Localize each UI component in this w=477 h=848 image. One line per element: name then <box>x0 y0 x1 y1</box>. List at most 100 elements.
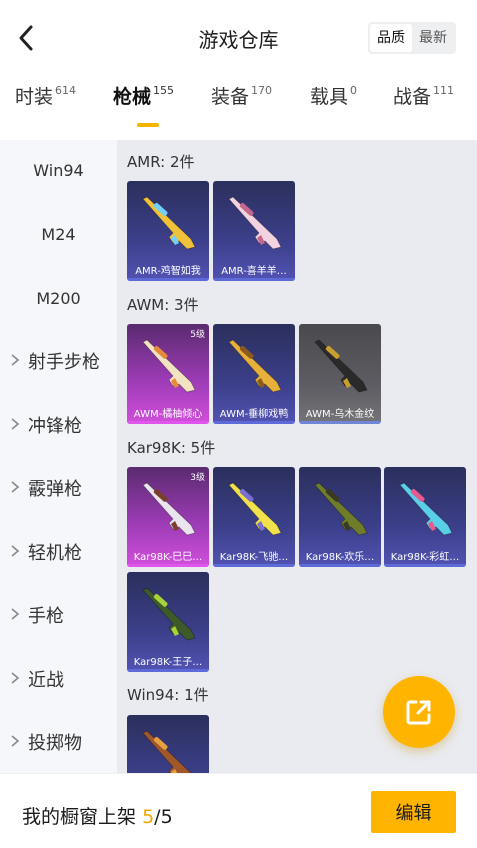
level-badge: 5级 <box>190 330 205 340</box>
sidebar-category-label: 轻机枪 <box>28 543 82 564</box>
rarity-bar <box>299 564 381 567</box>
item-card[interactable]: 5级 AWM-橘柚倾心 <box>127 324 209 424</box>
sidebar-category-marksman-rifle[interactable]: 射手步枪 <box>0 341 117 381</box>
tab-label: 装备 <box>211 86 250 108</box>
item-name: Kar98K-飞驰… <box>219 552 289 563</box>
level-badge: 3级 <box>190 473 205 483</box>
item-card[interactable]: Kar98K-欢乐… <box>299 467 381 567</box>
chevron-right-icon <box>10 669 24 690</box>
chevron-right-icon <box>10 732 24 753</box>
group-title-kar98k: Kar98K: 5件 <box>127 439 216 457</box>
sidebar-category-label: 冲锋枪 <box>28 416 82 437</box>
weapon-image <box>142 339 196 393</box>
group-title-awm: AWM: 3件 <box>127 296 199 314</box>
rarity-bar <box>299 421 381 424</box>
chevron-left-icon <box>19 25 33 51</box>
showcase-label: 我的橱窗上架 <box>22 806 137 828</box>
sort-toggle: 品质 最新 <box>368 22 456 54</box>
sidebar-category-label: 射手步枪 <box>28 352 100 373</box>
chevron-right-icon <box>10 351 24 372</box>
tab-label: 枪械 <box>113 86 152 108</box>
item-name: Kar98K-巳巳… <box>133 552 203 563</box>
sidebar-category-throwables[interactable]: 投掷物 <box>0 722 117 762</box>
rarity-bar <box>384 564 466 567</box>
tab-tactical-gear[interactable]: 战备 111 <box>393 82 454 132</box>
item-name: Kar98K-欢乐… <box>305 552 375 563</box>
item-name: AMR-喜羊羊… <box>221 266 287 277</box>
showcase-count-current: 5 <box>142 806 155 828</box>
weapon-image <box>314 482 368 536</box>
weapon-image <box>228 482 282 536</box>
showcase-footer: 我的橱窗上架 5/5 编辑 <box>0 773 477 848</box>
item-name: AWM-橘柚倾心 <box>133 409 203 420</box>
chevron-right-icon <box>10 542 24 563</box>
sidebar-category-shotgun[interactable]: 霰弹枪 <box>0 468 117 508</box>
chevron-right-icon <box>10 415 24 436</box>
tab-equipment[interactable]: 装备 170 <box>211 82 272 132</box>
tab-count: 614 <box>55 84 77 97</box>
rarity-bar <box>213 564 295 567</box>
item-card[interactable]: Kar98K-王子… <box>127 572 209 672</box>
weapon-image <box>228 339 282 393</box>
tab-vehicles[interactable]: 载具 0 <box>310 82 357 132</box>
sidebar-item-m24[interactable]: M24 <box>0 214 117 254</box>
share-external-icon <box>406 700 431 725</box>
item-card[interactable]: Kar98K-彩虹… <box>384 467 466 567</box>
weapon-image <box>142 587 196 641</box>
tab-count: 155 <box>153 84 175 97</box>
rarity-bar <box>213 278 295 281</box>
tab-label: 时装 <box>15 86 54 108</box>
top-bar: 游戏仓库 品质 最新 <box>0 0 477 76</box>
sidebar-category-label: 手枪 <box>28 606 64 627</box>
sidebar-category-pistol[interactable]: 手枪 <box>0 595 117 635</box>
sort-option-latest[interactable]: 最新 <box>412 24 454 52</box>
item-card[interactable]: AMR-喜羊羊… <box>213 181 295 281</box>
tab-weapons[interactable]: 枪械 155 <box>113 82 174 132</box>
chevron-right-icon <box>10 605 24 626</box>
rarity-bar <box>127 564 209 567</box>
tab-count: 170 <box>251 84 273 97</box>
weapon-image <box>142 482 196 536</box>
rarity-bar <box>213 421 295 424</box>
weapon-image <box>228 196 282 250</box>
item-card[interactable]: AWM-垂柳戏鸭 <box>213 324 295 424</box>
sidebar-category-label: 投掷物 <box>28 733 82 754</box>
showcase-count-total: 5 <box>160 806 173 828</box>
weapon-image <box>399 482 453 536</box>
weapon-image <box>314 339 368 393</box>
sidebar-category-melee[interactable]: 近战 <box>0 659 117 699</box>
rarity-bar <box>127 278 209 281</box>
sidebar-category-smg[interactable]: 冲锋枪 <box>0 405 117 445</box>
tab-count: 111 <box>433 84 455 97</box>
edit-button[interactable]: 编辑 <box>371 791 456 833</box>
item-name: AMR-鸡智如我 <box>135 266 201 277</box>
tab-fashion[interactable]: 时装 614 <box>15 82 76 132</box>
sidebar-item-m200[interactable]: M200 <box>0 278 117 318</box>
item-card[interactable]: 3级 Kar98K-巳巳… <box>127 467 209 567</box>
item-name: AWM-垂柳戏鸭 <box>219 409 289 420</box>
weapon-image <box>142 730 195 780</box>
showcase-status: 我的橱窗上架 5/5 <box>22 802 173 829</box>
group-title-win94: Win94: 1件 <box>127 686 209 704</box>
tab-count: 0 <box>350 84 358 97</box>
sidebar-category-label: 近战 <box>28 670 64 691</box>
sidebar-category-lmg[interactable]: 轻机枪 <box>0 532 117 572</box>
group-title-amr: AMR: 2件 <box>127 153 195 171</box>
share-button[interactable] <box>383 676 455 748</box>
back-button[interactable] <box>10 20 42 56</box>
weapon-image <box>142 196 196 250</box>
sort-option-quality[interactable]: 品质 <box>370 24 412 52</box>
item-card[interactable]: Kar98K-飞驰… <box>213 467 295 567</box>
active-tab-indicator <box>137 123 159 127</box>
item-card[interactable]: AMR-鸡智如我 <box>127 181 209 281</box>
sidebar-category-label: 霰弹枪 <box>28 479 82 500</box>
category-tabs: 时装 614 枪械 155 装备 170 载具 0 战备 111 <box>0 82 477 132</box>
item-card[interactable]: Win94 <box>127 715 209 780</box>
sidebar-item-win94[interactable]: Win94 <box>0 150 117 190</box>
weapon-sidebar: Win94 M24 M200 射手步枪 冲锋枪 霰弹枪 轻机枪 手枪 近战 投掷… <box>0 140 117 780</box>
item-name: Kar98K-王子… <box>133 657 203 668</box>
rarity-bar <box>127 669 209 672</box>
chevron-right-icon <box>10 478 24 499</box>
item-card[interactable]: AWM-乌木金纹 <box>299 324 381 424</box>
tab-label: 战备 <box>393 86 432 108</box>
